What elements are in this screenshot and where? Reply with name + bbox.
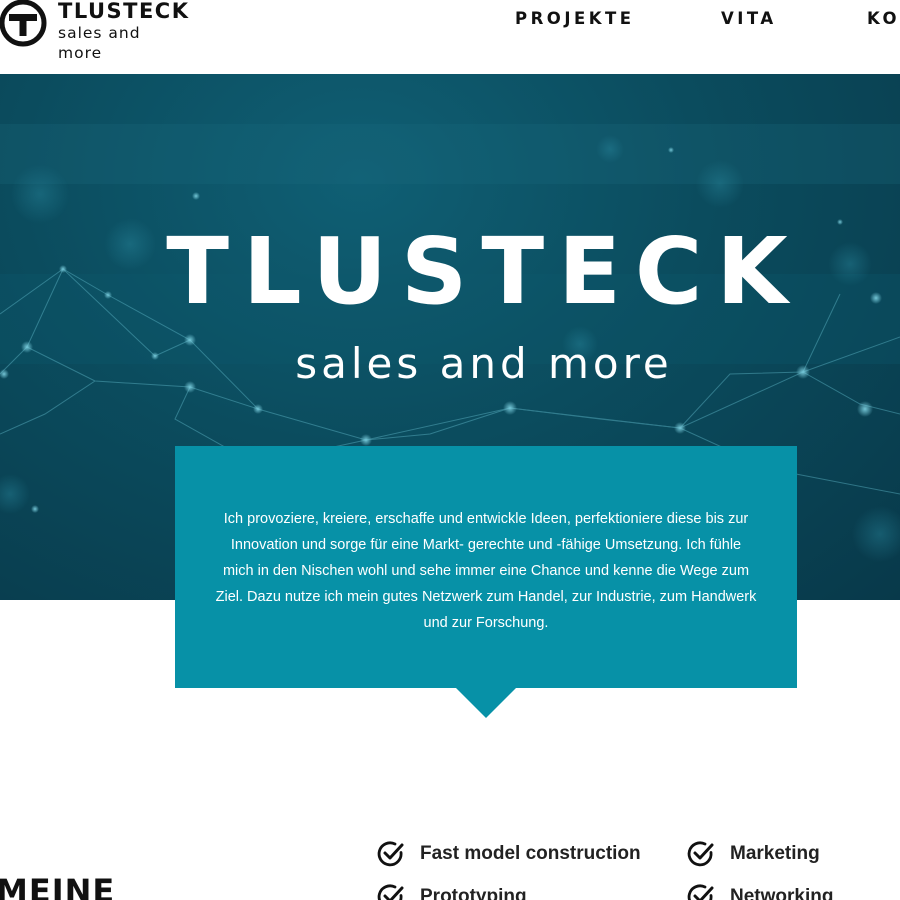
main-nav: PROJEKTE VITA KO [0, 9, 900, 33]
check-circle-icon [377, 884, 404, 900]
section-title: MEINE [0, 872, 116, 900]
feature-label: Fast model construction [420, 843, 641, 864]
feature-label: Prototyping [420, 886, 527, 900]
check-circle-icon [687, 841, 714, 867]
feature-item: Networking [686, 882, 833, 900]
hero-subtitle: sales and more [295, 339, 673, 388]
intro-text: Ich provoziere, kreiere, erschaffe und e… [215, 511, 757, 631]
feature-label: Networking [730, 886, 834, 900]
hero-title: TLUSTECK [166, 218, 802, 325]
nav-item-projekte[interactable]: PROJEKTE [515, 9, 635, 28]
feature-item: Prototyping [376, 882, 527, 900]
feature-label: Marketing [730, 843, 820, 864]
check-circle-icon [377, 841, 404, 867]
intro-box: Ich provoziere, kreiere, erschaffe und e… [175, 446, 797, 718]
nav-item-kontakt[interactable]: KO [867, 9, 900, 28]
intro-arrow-pointer [456, 688, 516, 718]
feature-item: Marketing [686, 839, 820, 869]
feature-item: Fast model construction [376, 839, 641, 869]
check-circle-icon [687, 884, 714, 900]
site-header: TLUSTECK sales and more PROJEKTE VITA KO [0, 0, 900, 74]
nav-item-vita[interactable]: VITA [721, 9, 777, 28]
